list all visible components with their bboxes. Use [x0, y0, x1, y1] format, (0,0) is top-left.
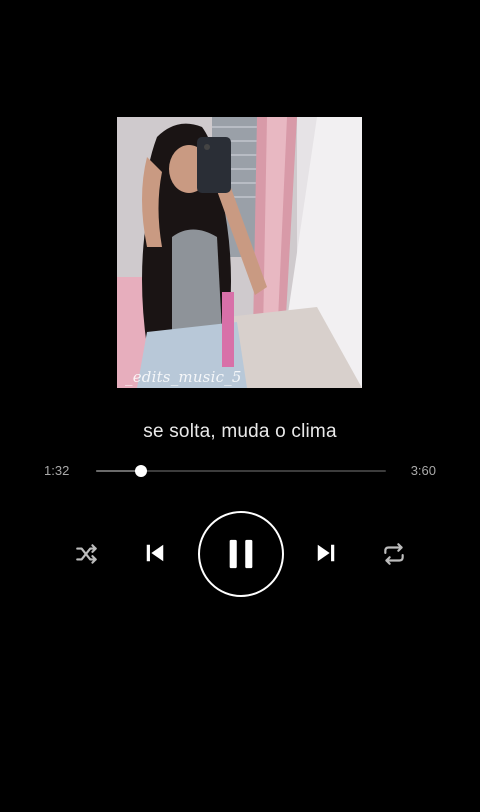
music-player-screen: _edits_music_5 se solta, muda o clima 1:…: [0, 0, 480, 812]
elapsed-time: 1:32: [44, 463, 70, 478]
progress-thumb[interactable]: [135, 465, 148, 477]
total-time: 3:60: [410, 463, 436, 478]
shuffle-icon: [76, 544, 97, 564]
repeat-icon: [384, 543, 404, 565]
pause-icon: [229, 539, 253, 569]
previous-button[interactable]: [143, 541, 167, 565]
shuffle-button[interactable]: [74, 541, 100, 567]
skip-next-icon: [317, 544, 335, 562]
progress-bar[interactable]: [96, 465, 386, 477]
next-button[interactable]: [314, 541, 338, 565]
skip-previous-icon: [146, 544, 164, 562]
lyric-line: se solta, muda o clima: [143, 421, 337, 442]
pause-button[interactable]: [198, 511, 284, 597]
repeat-button[interactable]: [381, 541, 407, 567]
album-art: _edits_music_5: [117, 117, 362, 388]
album-art-watermark: _edits_music_5: [125, 368, 242, 386]
album-art-photo: [117, 117, 362, 388]
